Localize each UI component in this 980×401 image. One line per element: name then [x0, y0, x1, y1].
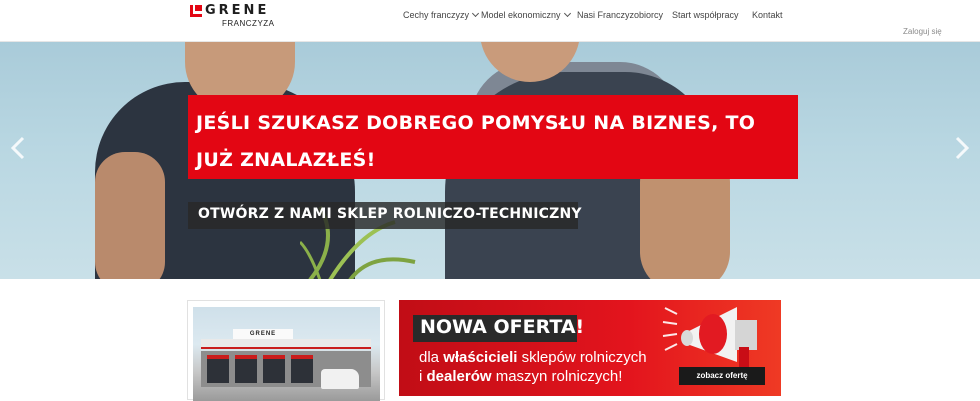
nav-item-label: Nasi Franczyzobiorcy: [577, 10, 664, 20]
hero-headline-box: JEŚLI SZUKASZ DOBREGO POMYSŁU NA BIZNES,…: [188, 95, 798, 179]
offer-line2-suffix: maszyn rolniczych!: [491, 368, 623, 385]
hero-slider: JEŚLI SZUKASZ DOBREGO POMYSŁU NA BIZNES,…: [0, 42, 980, 279]
login-link[interactable]: Zaloguj się: [903, 27, 942, 36]
hero-subheadline-box: OTWÓRZ Z NAMI SKLEP ROLNICZO-TECHNICZNY: [188, 202, 582, 229]
offer-line2-prefix: i: [419, 368, 427, 385]
store-window: [235, 355, 257, 383]
store-photo: GRENE: [193, 307, 380, 401]
logo-brand-text: GRENE: [205, 3, 270, 18]
offer-title-box: NOWA OFERTA!: [413, 315, 584, 342]
hero-headline: JEŚLI SZUKASZ DOBREGO POMYSŁU NA BIZNES,…: [196, 112, 756, 171]
site-header: GRENE FRANCZYZA Cechy franczyzy Model ek…: [0, 0, 980, 42]
nav-item-label: Kontakt: [752, 10, 783, 20]
hero-photo-person-left-arm: [95, 152, 165, 279]
store-window: [207, 355, 229, 383]
nav-item-label: Cechy franczyzy: [403, 10, 470, 20]
store-photo-card[interactable]: GRENE: [187, 300, 385, 401]
store-photo-van: [321, 369, 359, 389]
logo-sub-text: FRANCZYZA: [222, 19, 275, 28]
nav-item-kontakt[interactable]: Kontakt: [752, 10, 783, 20]
grene-logo-mark-icon: [190, 5, 202, 17]
store-window: [263, 355, 285, 383]
offer-line2-bold: dealerów: [426, 368, 492, 385]
slider-next-arrow-icon[interactable]: [952, 136, 972, 160]
offer-line1-prefix: dla: [419, 349, 444, 366]
chevron-down-icon: [471, 9, 480, 18]
offer-line1-suffix: sklepów rolniczych: [517, 349, 647, 366]
store-roof: [201, 339, 371, 349]
new-offer-banner[interactable]: NOWA OFERTA! dla właścicieli sklepów rol…: [399, 300, 781, 396]
nav-item-start-wspolpracy[interactable]: Start współpracy: [672, 10, 739, 20]
see-offer-button[interactable]: zobacz ofertę: [679, 367, 765, 385]
nav-item-nasi-franczyzobiorcy[interactable]: Nasi Franczyzobiorcy: [577, 10, 663, 20]
nav-item-label: Model ekonomiczny: [481, 10, 561, 20]
grene-logo[interactable]: GRENE FRANCZYZA: [190, 3, 300, 31]
nav-item-cechy-franczyzy[interactable]: Cechy franczyzy: [403, 9, 480, 20]
nav-item-model-ekonomiczny[interactable]: Model ekonomiczny: [481, 9, 571, 20]
slider-prev-arrow-icon[interactable]: [8, 136, 28, 160]
nav-item-label: Start współpracy: [672, 10, 739, 20]
store-sign: GRENE: [233, 329, 293, 339]
store-window: [291, 355, 313, 383]
offer-description: dla właścicieli sklepów rolniczych i dea…: [419, 348, 679, 386]
offer-title: NOWA OFERTA!: [420, 316, 585, 338]
hero-subheadline: OTWÓRZ Z NAMI SKLEP ROLNICZO-TECHNICZNY: [198, 206, 582, 222]
offer-line1-bold: właścicieli: [443, 349, 518, 366]
chevron-down-icon: [563, 9, 571, 18]
